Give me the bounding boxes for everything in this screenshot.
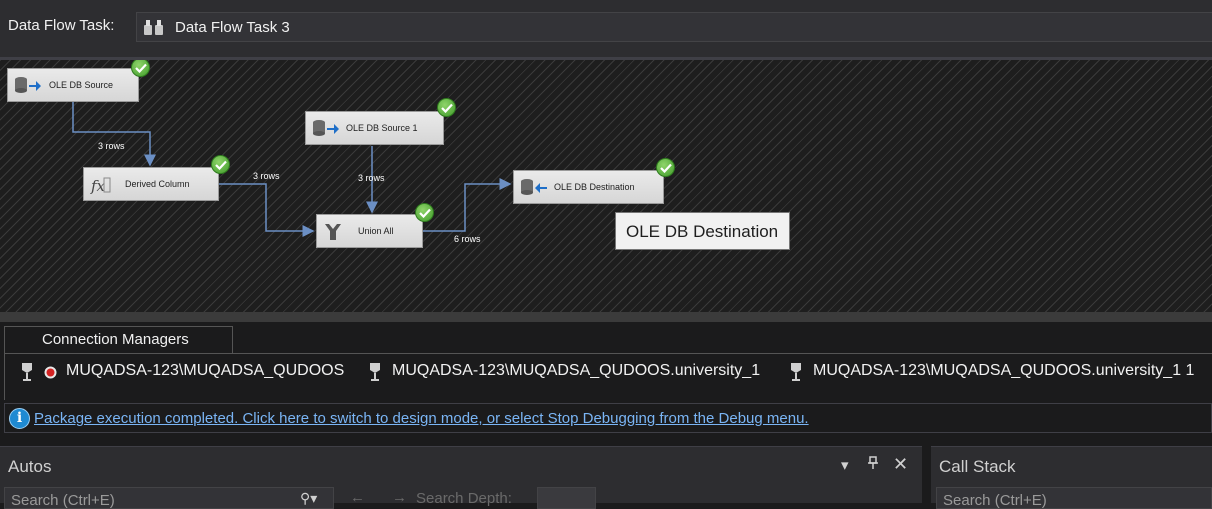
connection-manager-item[interactable]: MUQADSA-123\MUQADSA_QUDOOS	[66, 362, 344, 380]
switch-to-design-mode-link[interactable]: Package execution completed. Click here …	[34, 410, 809, 427]
derived-column-icon: fx	[90, 175, 112, 197]
data-flow-task-bar: Data Flow Task: Data Flow Task 3	[0, 0, 1212, 60]
error-badge-icon	[44, 366, 57, 384]
ole-db-destination-icon	[520, 178, 548, 198]
search-depth-label: Search Depth:	[416, 490, 512, 507]
ole-db-source-icon	[14, 76, 42, 96]
canvas-scroll-band	[0, 312, 1212, 322]
path-union-to-destination	[423, 178, 512, 232]
connection-icon	[789, 362, 803, 387]
search-placeholder: Search (Ctrl+E)	[943, 492, 1047, 509]
node-label: Derived Column	[125, 179, 190, 189]
close-icon[interactable]: ✕	[893, 454, 908, 475]
success-check-icon	[415, 203, 434, 222]
call-stack-search-input[interactable]: Search (Ctrl+E)	[936, 487, 1212, 509]
pin-icon[interactable]	[867, 456, 879, 474]
connection-managers-area: Connection Managers MUQADSA-123\MUQADSA_…	[0, 322, 1212, 402]
dropdown-arrow-icon[interactable]: ▾	[841, 456, 849, 474]
data-flow-canvas[interactable]: OLE DB Source fx Derived Column OLE DB S…	[0, 60, 1212, 312]
search-icon[interactable]: ⚲▾	[300, 490, 317, 507]
node-ole-db-destination[interactable]: OLE DB Destination	[513, 170, 664, 204]
search-forward-icon[interactable]: →	[392, 489, 407, 506]
path-derived-to-union	[219, 183, 315, 237]
node-label: Union All	[358, 226, 394, 236]
union-all-icon	[323, 222, 343, 244]
data-flow-task-label: Data Flow Task:	[8, 17, 115, 34]
autos-pane: Autos ▾ ✕ Search (Ctrl+E) ⚲▾ ← → Search …	[0, 446, 922, 509]
call-stack-pane: Call Stack Search (Ctrl+E)	[931, 446, 1212, 509]
node-label: OLE DB Source	[49, 80, 114, 90]
call-stack-pane-title: Call Stack	[939, 457, 1016, 476]
ole-db-source-icon	[312, 119, 340, 139]
execution-info-bar: i Package execution completed. Click her…	[4, 403, 1212, 433]
search-back-icon[interactable]: ←	[350, 489, 365, 506]
success-check-icon	[211, 155, 230, 174]
connection-manager-item[interactable]: MUQADSA-123\MUQADSA_QUDOOS.university_1	[392, 362, 760, 380]
data-flow-task-icon	[143, 18, 165, 41]
search-depth-select[interactable]	[537, 487, 596, 509]
row-count-label: 3 rows	[253, 171, 280, 181]
connection-managers-tab[interactable]: Connection Managers	[4, 326, 233, 353]
node-label: OLE DB Destination	[554, 182, 635, 192]
connection-icon	[368, 362, 382, 387]
autos-pane-title: Autos	[8, 457, 52, 476]
row-count-label: 6 rows	[454, 234, 481, 244]
search-placeholder: Search (Ctrl+E)	[11, 492, 115, 509]
data-flow-task-select[interactable]: Data Flow Task 3	[136, 12, 1212, 42]
row-count-label: 3 rows	[98, 141, 125, 151]
success-check-icon	[656, 158, 675, 177]
node-tooltip: OLE DB Destination	[615, 212, 790, 250]
node-derived-column[interactable]: fx Derived Column	[83, 167, 219, 201]
svg-text:fx: fx	[90, 177, 106, 195]
node-ole-db-source[interactable]: OLE DB Source	[7, 68, 139, 102]
connection-icon	[20, 362, 34, 387]
connection-manager-item[interactable]: MUQADSA-123\MUQADSA_QUDOOS.university_1 …	[813, 362, 1194, 380]
node-label: OLE DB Source 1	[346, 123, 418, 133]
success-check-icon	[437, 98, 456, 117]
row-count-label: 3 rows	[358, 173, 385, 183]
data-flow-task-value: Data Flow Task 3	[175, 19, 290, 36]
info-icon: i	[9, 408, 30, 429]
path-source-to-derived	[72, 102, 156, 167]
autos-search-input[interactable]: Search (Ctrl+E) ⚲▾	[4, 487, 334, 509]
node-union-all[interactable]: Union All	[316, 214, 423, 248]
node-ole-db-source-1[interactable]: OLE DB Source 1	[305, 111, 444, 145]
